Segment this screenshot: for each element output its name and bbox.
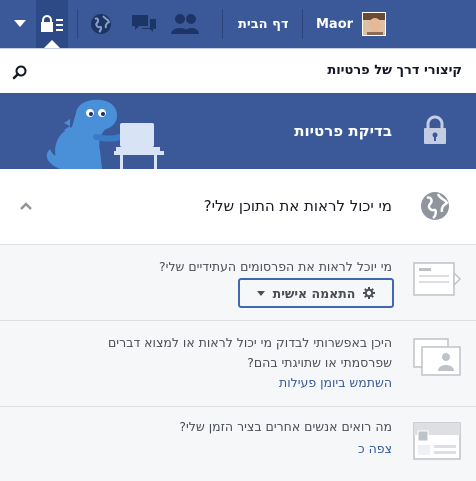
- privacy-checkup-banner[interactable]: בדיקת פרטיות: [0, 93, 476, 169]
- globe-icon: [421, 192, 449, 220]
- lock-icon: [424, 115, 446, 144]
- messages-icon: [132, 15, 156, 32]
- privacy-checkup-title: בדיקת פרטיות: [294, 122, 392, 140]
- who-can-see-my-stuff-section[interactable]: מי יכול לראות את התוכן שלי?: [0, 169, 476, 245]
- post-composer-icon: [413, 262, 462, 296]
- profile-name-link[interactable]: Maor: [316, 0, 353, 48]
- notifications-globe-button[interactable]: [90, 0, 118, 48]
- search-icon[interactable]: [12, 64, 28, 80]
- audience-selector-button[interactable]: התאמה אישית: [238, 278, 394, 308]
- who-can-see-options: מי יוכל לראות את הפרסומים העתידיים שלי? …: [0, 245, 476, 481]
- activity-log-row: היכן באפשרותי לבדוק מי יכול לראות או למצ…: [0, 321, 476, 407]
- future-posts-row: מי יוכל לראות את הפרסומים העתידיים שלי? …: [0, 245, 476, 321]
- globe-icon: [91, 14, 111, 34]
- view-as-link[interactable]: צפה כ: [358, 441, 392, 456]
- topbar-divider: [302, 9, 303, 39]
- lock-menu-icon: [41, 15, 63, 32]
- dropdown-arrow-icon: [256, 290, 265, 296]
- account-menu-caret-icon[interactable]: [14, 0, 28, 48]
- activity-log-question-line2: שפרסמתי או שתויגתי בהם?: [247, 355, 392, 370]
- timeline-icon: [413, 422, 461, 460]
- friend-requests-button[interactable]: [170, 0, 204, 48]
- avatar[interactable]: [362, 12, 386, 36]
- view-as-question: מה רואים אנשים אחרים בציר הזמן שלי?: [179, 419, 392, 434]
- audience-selector-label: התאמה אישית: [272, 285, 356, 301]
- use-activity-log-link[interactable]: השתמש ביומן פעילות: [279, 375, 392, 390]
- future-posts-question: מי יוכל לראות את הפרסומים העתידיים שלי?: [159, 259, 392, 274]
- activity-log-question-line1: היכן באפשרותי לבדוק מי יכול לראות או למצ…: [108, 335, 392, 350]
- privacy-dinosaur-illustration: [46, 99, 164, 169]
- chevron-up-icon[interactable]: [20, 201, 32, 211]
- view-as-row: מה רואים אנשים אחרים בציר הזמן שלי? צפה …: [0, 407, 476, 481]
- top-navigation-bar: דף הבית Maor: [0, 0, 476, 48]
- topbar-divider: [77, 9, 78, 39]
- gear-icon: [363, 287, 376, 299]
- dropdown-pointer: [44, 40, 60, 48]
- privacy-shortcuts-header: קיצורי דרך של פרטיות: [0, 49, 476, 93]
- activity-log-icon: [413, 338, 461, 376]
- who-can-see-title: מי יכול לראות את התוכן שלי?: [203, 197, 392, 215]
- topbar-divider: [222, 9, 223, 39]
- messages-button[interactable]: [130, 0, 162, 48]
- friends-icon: [171, 14, 199, 34]
- privacy-shortcuts-title: קיצורי דרך של פרטיות: [327, 63, 462, 78]
- home-link[interactable]: דף הבית: [238, 0, 289, 48]
